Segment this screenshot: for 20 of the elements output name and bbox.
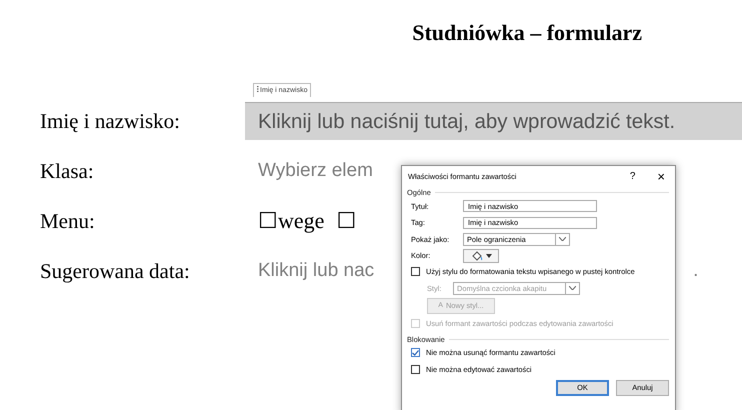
close-button[interactable]: × xyxy=(657,168,665,184)
dropdown-button[interactable] xyxy=(566,282,580,295)
checkbox[interactable] xyxy=(411,267,420,276)
field-label: Klasa: xyxy=(40,158,95,184)
checkbox[interactable] xyxy=(411,348,420,358)
checkbox[interactable] xyxy=(411,364,420,374)
chevron-down-icon xyxy=(569,286,576,290)
help-button[interactable]: ? xyxy=(630,170,636,182)
dropdown-button[interactable] xyxy=(556,232,570,246)
checkbox-option[interactable]: ☐ xyxy=(336,208,356,234)
checkbox-option[interactable]: ☐wege xyxy=(258,208,324,234)
text-field[interactable]: Kliknij lub naciśnij tutaj, aby wprowadzić tekst. xyxy=(245,102,742,140)
field-label: Imię i nazwisko: xyxy=(40,108,181,134)
field-label: Sugerowana data: xyxy=(40,258,191,284)
color-button[interactable] xyxy=(463,248,499,263)
field-label: Menu: xyxy=(40,208,96,234)
caret-icon xyxy=(486,254,492,258)
paint-bucket-icon xyxy=(470,250,482,261)
form-title: Studniówka – formularz xyxy=(412,20,642,47)
chevron-down-icon xyxy=(559,237,566,242)
